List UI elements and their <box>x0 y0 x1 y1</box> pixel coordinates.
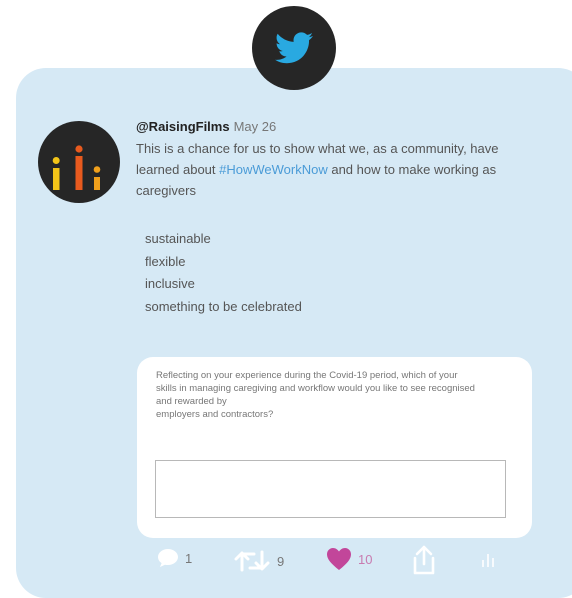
retweet-button[interactable]: 9 <box>233 546 284 576</box>
survey-question-line: employers and contractors? <box>156 409 274 420</box>
reply-count: 1 <box>185 550 193 566</box>
answer-input[interactable] <box>155 460 506 518</box>
list-item: sustainable <box>145 231 211 246</box>
share-button[interactable] <box>412 544 436 576</box>
avatar[interactable] <box>38 121 120 203</box>
reply-button[interactable]: 1 <box>157 548 192 568</box>
analytics-button[interactable] <box>480 550 496 568</box>
survey-question-line: skills in managing caregiving and workfl… <box>156 383 475 394</box>
tweet-date[interactable]: May 26 <box>234 119 277 134</box>
hashtag-link[interactable]: #HowWeWorkNow <box>219 162 328 177</box>
like-count: 10 <box>358 551 373 567</box>
tweet-actions: 1 9 10 <box>0 544 572 578</box>
raising-films-logo-icon <box>52 145 101 190</box>
heart-icon <box>327 548 351 570</box>
retweet-icon <box>234 550 270 572</box>
reply-bubble-icon <box>158 549 178 567</box>
survey-question-line: and rewarded by <box>156 396 227 407</box>
share-icon <box>413 545 435 575</box>
list-item: flexible <box>145 253 186 269</box>
tweet-word-list: sustainable flexible inclusive something… <box>145 229 302 319</box>
tweet-text: This is a chance for us to show what we,… <box>136 138 536 201</box>
survey-question-line: Reflecting on your experience during the… <box>156 370 458 381</box>
tweet-handle[interactable]: @RaisingFilms <box>136 119 230 134</box>
twitter-badge <box>252 6 336 90</box>
bar-chart-icon <box>482 554 494 567</box>
like-button[interactable]: 10 <box>326 547 372 571</box>
list-item: something to be celebrated <box>145 298 302 314</box>
list-item: inclusive <box>145 276 195 291</box>
survey-question: Reflecting on your experience during the… <box>156 369 511 421</box>
retweet-count: 9 <box>277 553 285 569</box>
twitter-bird-icon <box>275 32 313 64</box>
tweet-header: @RaisingFilms May 26 <box>136 119 276 134</box>
survey-panel: Reflecting on your experience during the… <box>137 357 532 538</box>
